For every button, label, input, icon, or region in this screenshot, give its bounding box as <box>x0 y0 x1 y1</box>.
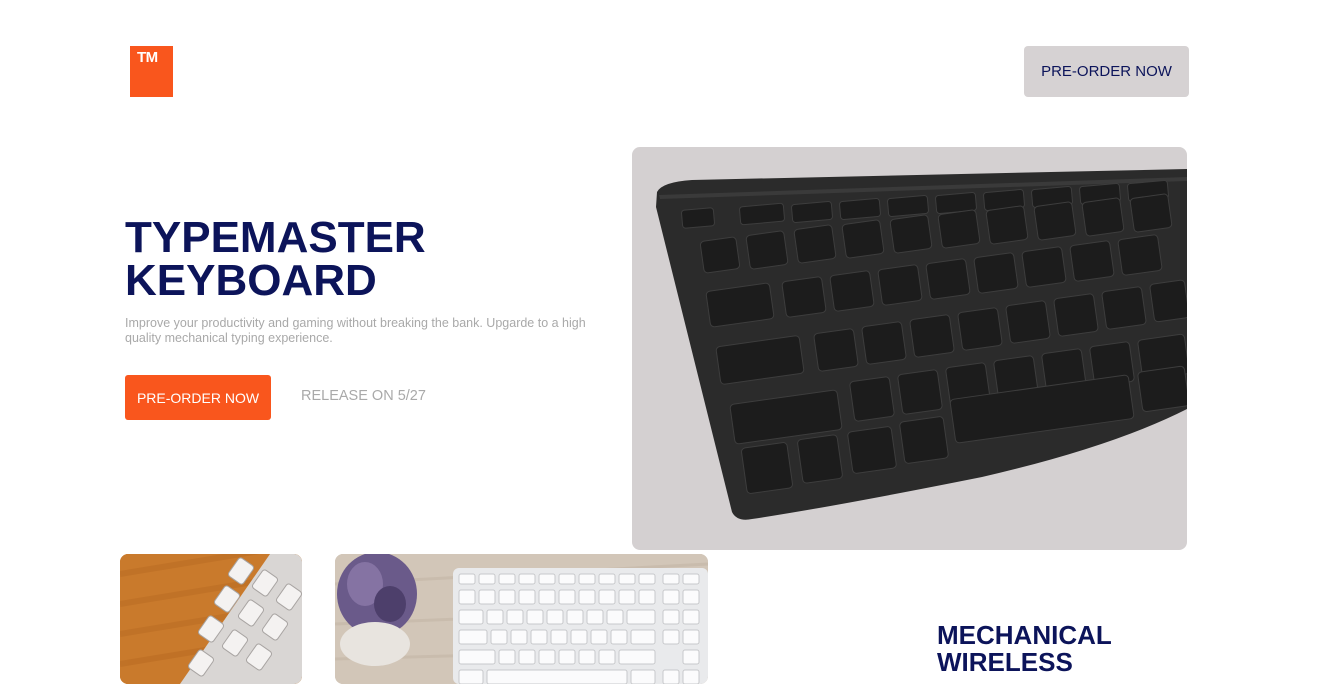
feature-heading-line-2: WIRELESS <box>937 647 1073 677</box>
hero-preorder-button[interactable]: PRE-ORDER NOW <box>125 375 271 420</box>
keyboard-on-wood-image <box>120 554 302 684</box>
desk-keyboard-illustration <box>335 554 708 684</box>
logo-text: TM <box>137 49 158 66</box>
brand-logo[interactable]: TM <box>130 46 173 97</box>
desk-keyboard-image <box>335 554 708 684</box>
keyboard-product-image <box>632 147 1187 550</box>
keyboard-wood-illustration <box>120 554 302 684</box>
keyboard-illustration <box>656 169 1187 520</box>
hero-title-line-2: KEYBOARD <box>125 256 377 305</box>
hero-title-line-1: TYPEMASTER <box>125 213 426 262</box>
feature-heading-line-1: MECHANICAL <box>937 620 1112 650</box>
hero-description: Improve your productivity and gaming wit… <box>125 316 586 345</box>
header-preorder-button[interactable]: PRE-ORDER NOW <box>1024 46 1189 97</box>
release-date-text: RELEASE ON 5/27 <box>301 388 426 404</box>
hero-title: TYPEMASTER KEYBOARD <box>125 213 545 305</box>
feature-heading: MECHANICAL WIRELESS <box>937 622 1197 676</box>
